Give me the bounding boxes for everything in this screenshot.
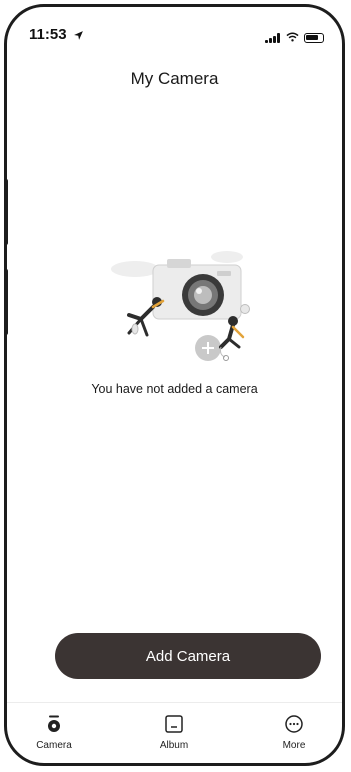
more-tab-icon bbox=[259, 715, 329, 736]
camera-tab-icon bbox=[19, 715, 89, 736]
add-camera-button-label: Add Camera bbox=[145, 647, 231, 665]
page-title: My Camera bbox=[130, 69, 219, 88]
tab-album[interactable]: Album bbox=[139, 715, 209, 751]
status-time: 11:53 bbox=[29, 26, 67, 43]
wifi-icon bbox=[286, 29, 299, 47]
location-arrow-icon bbox=[73, 28, 84, 46]
tab-more-label: More bbox=[282, 740, 306, 751]
status-bar: 11:53 bbox=[7, 7, 342, 51]
album-tab-icon bbox=[139, 715, 209, 736]
side-button bbox=[7, 269, 8, 335]
tab-more[interactable]: More bbox=[259, 715, 329, 751]
add-camera-button[interactable]: Add Camera bbox=[55, 633, 321, 679]
empty-state-message: You have not added a camera bbox=[91, 382, 258, 396]
tab-bar: Camera Album More bbox=[7, 702, 342, 763]
phone-frame: 11:53 My Camera You have not added a cam… bbox=[4, 4, 345, 766]
side-button bbox=[7, 179, 8, 245]
status-icons bbox=[265, 29, 324, 47]
camera-illustration bbox=[105, 245, 255, 367]
tab-camera[interactable]: Camera bbox=[19, 715, 89, 751]
signal-icon bbox=[265, 33, 281, 43]
battery-icon bbox=[304, 33, 324, 43]
tab-camera-label: Camera bbox=[36, 740, 72, 751]
tab-album-label: Album bbox=[159, 740, 189, 751]
